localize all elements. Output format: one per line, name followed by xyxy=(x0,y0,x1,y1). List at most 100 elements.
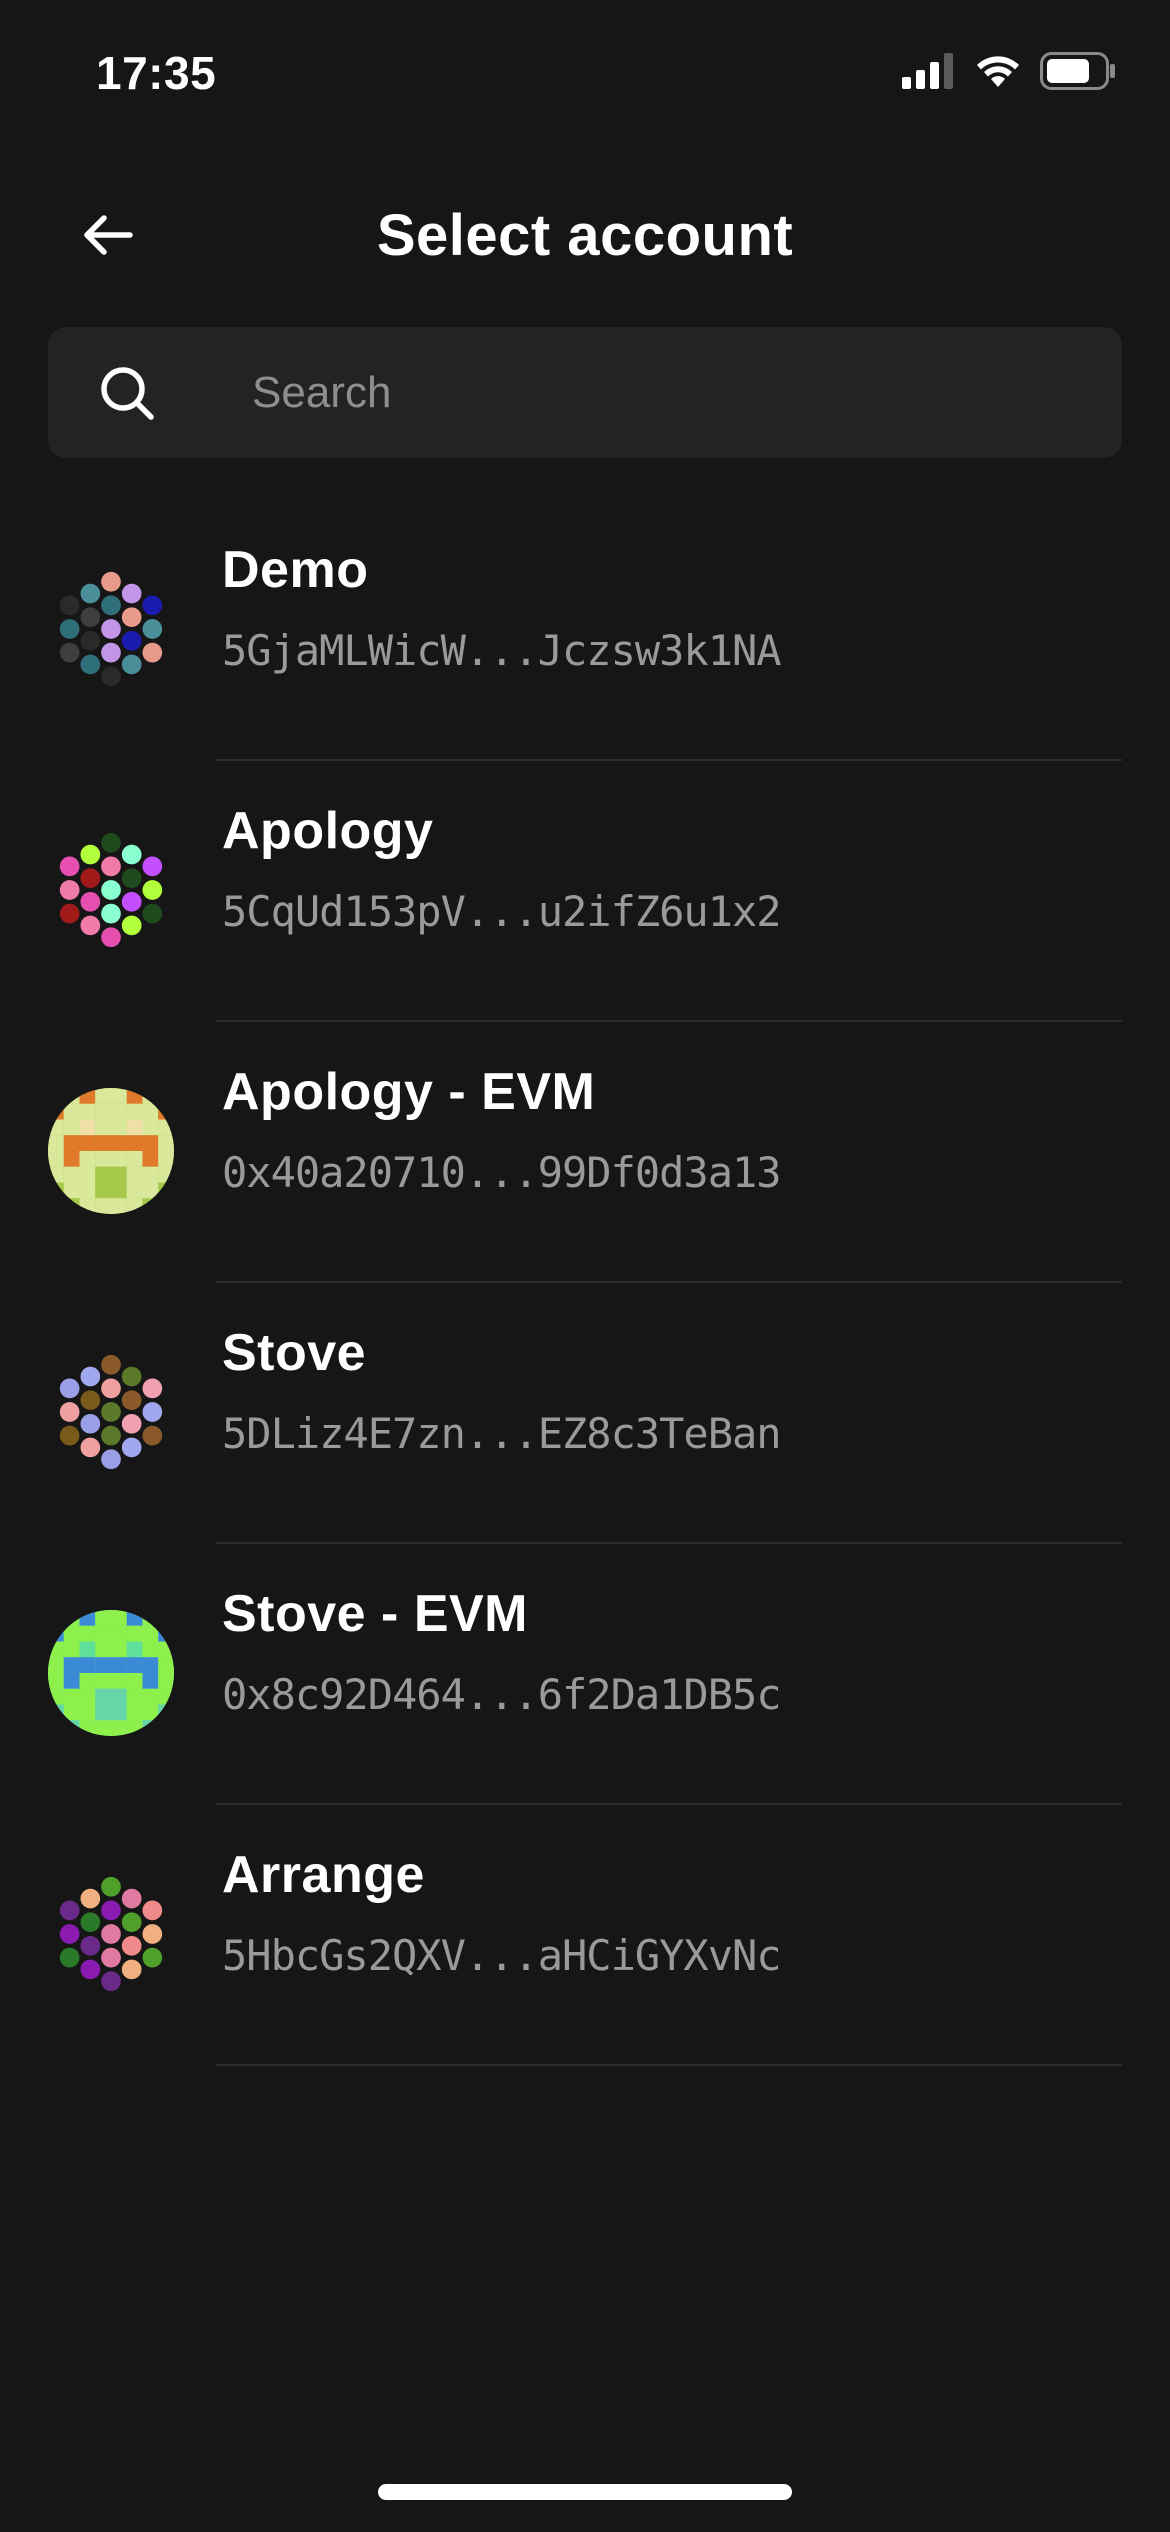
avatar-dot xyxy=(142,1900,163,1921)
account-avatar xyxy=(48,1349,174,1475)
avatar-pixel xyxy=(126,1641,143,1658)
avatar-dot xyxy=(101,832,121,853)
avatar-pixel xyxy=(79,1166,96,1183)
avatar-pixel xyxy=(142,1198,159,1214)
avatar-pixel xyxy=(126,1119,143,1136)
avatar-pixel xyxy=(63,1151,80,1167)
avatar-dot xyxy=(101,595,121,616)
avatar-dot xyxy=(101,903,121,924)
avatar-pixel xyxy=(95,1625,111,1642)
avatar-pixel xyxy=(63,1720,80,1736)
avatar-dot xyxy=(142,1378,163,1399)
avatar-pixel xyxy=(158,1135,174,1151)
avatar-pixel xyxy=(79,1610,96,1626)
avatar-pixel xyxy=(111,1103,127,1120)
avatar-dot xyxy=(80,1935,101,1956)
avatar-dot xyxy=(121,607,142,628)
avatar-pixel xyxy=(158,1103,174,1120)
avatar-pixel xyxy=(95,1720,111,1736)
avatar-dot xyxy=(59,1425,80,1446)
avatar-pixel xyxy=(158,1610,174,1626)
account-address: 0x8c92D464...6f2Da1DB5c xyxy=(222,1670,782,1719)
avatar-pixel xyxy=(126,1166,143,1183)
avatar-dot xyxy=(121,1366,142,1387)
avatar-pixel xyxy=(111,1688,127,1705)
avatar-pixel xyxy=(142,1673,159,1689)
account-avatar xyxy=(48,566,174,692)
avatar-dot xyxy=(80,1413,101,1434)
avatar-pixel xyxy=(63,1625,80,1642)
avatar-dot xyxy=(121,868,142,889)
avatar-pixel xyxy=(95,1688,111,1705)
account-address: 5DLiz4E7zn...EZ8c3TeBan xyxy=(222,1409,782,1458)
avatar-dot xyxy=(101,856,121,877)
account-address: 5CqUd153pV...u2ifZ6u1x2 xyxy=(222,887,782,936)
avatar-pixel xyxy=(111,1135,127,1151)
avatar-dot xyxy=(142,1947,163,1968)
avatar-pixel xyxy=(142,1610,159,1626)
account-item-demo[interactable]: Demo 5GjaMLWicW...Jczsw3k1NA xyxy=(0,500,1170,761)
avatar-pixel xyxy=(111,1088,127,1104)
avatar-dot xyxy=(101,642,121,663)
avatar-pixel xyxy=(158,1673,174,1689)
account-item-stove-evm[interactable]: Stove - EVM 0x8c92D464...6f2Da1DB5c xyxy=(0,1544,1170,1805)
avatar-pixel xyxy=(48,1720,64,1736)
avatar-pixel xyxy=(126,1610,143,1626)
avatar-dot xyxy=(59,642,80,663)
status-bar: 17:35 xyxy=(0,0,1170,150)
avatar-dot xyxy=(121,1413,142,1434)
avatar-dot xyxy=(80,654,101,675)
avatar-dot xyxy=(142,595,163,616)
search-input[interactable] xyxy=(252,327,1092,458)
avatar-pixel xyxy=(95,1119,111,1136)
account-item-apology-evm[interactable]: Apology - EVM 0x40a20710...99Df0d3a13 xyxy=(0,1022,1170,1283)
search-box[interactable] xyxy=(48,327,1122,458)
avatar-pixel xyxy=(111,1625,127,1642)
page-title: Select account xyxy=(376,203,794,268)
account-name: Demo xyxy=(222,541,369,599)
avatar-pixel xyxy=(142,1720,159,1736)
header: Select account xyxy=(0,180,1170,290)
avatar-dot xyxy=(101,1449,121,1470)
avatar-dot xyxy=(80,1366,101,1387)
avatar-pixel xyxy=(63,1688,80,1705)
avatar-pixel xyxy=(63,1641,80,1658)
avatar-pixel xyxy=(79,1625,96,1642)
avatar-dot xyxy=(121,583,142,604)
avatar-dot xyxy=(101,1876,121,1897)
avatar-dot xyxy=(101,1971,121,1992)
status-icons xyxy=(902,52,1116,90)
avatar-dot xyxy=(59,1378,80,1399)
avatar-pixel xyxy=(95,1198,111,1214)
avatar-pixel xyxy=(142,1151,159,1167)
avatar-dot xyxy=(80,630,101,651)
home-indicator[interactable] xyxy=(378,2484,792,2500)
avatar-pixel xyxy=(95,1166,111,1183)
avatar-pixel xyxy=(158,1166,174,1183)
divider xyxy=(216,2064,1122,2066)
avatar-pixel xyxy=(158,1198,174,1214)
account-item-apology[interactable]: Apology 5CqUd153pV...u2ifZ6u1x2 xyxy=(0,761,1170,1022)
account-item-stove[interactable]: Stove 5DLiz4E7zn...EZ8c3TeBan xyxy=(0,1283,1170,1544)
avatar-dot xyxy=(59,1924,80,1944)
avatar-dot xyxy=(80,915,101,936)
avatar-pixel xyxy=(158,1088,174,1104)
signal-icon xyxy=(902,53,953,89)
avatar-pixel xyxy=(142,1166,159,1183)
avatar-pixel xyxy=(63,1610,80,1626)
avatar-pixel xyxy=(63,1166,80,1183)
avatar-pixel xyxy=(48,1625,64,1642)
avatar-dot xyxy=(101,571,121,592)
avatar-dot xyxy=(121,1959,142,1980)
avatar-pixel xyxy=(79,1657,96,1673)
avatar-dot xyxy=(121,654,142,675)
account-item-arrange[interactable]: Arrange 5HbcGs2QXV...aHCiGYXvNc xyxy=(0,1805,1170,2066)
avatar-pixel xyxy=(142,1135,159,1151)
avatar-dot xyxy=(121,1912,142,1933)
avatar-pixel xyxy=(79,1135,96,1151)
account-name: Arrange xyxy=(222,1846,425,1904)
avatar-dot xyxy=(101,1947,121,1968)
avatar-dot xyxy=(101,927,121,948)
avatar-pixel xyxy=(158,1657,174,1673)
avatar-pixel xyxy=(158,1119,174,1136)
